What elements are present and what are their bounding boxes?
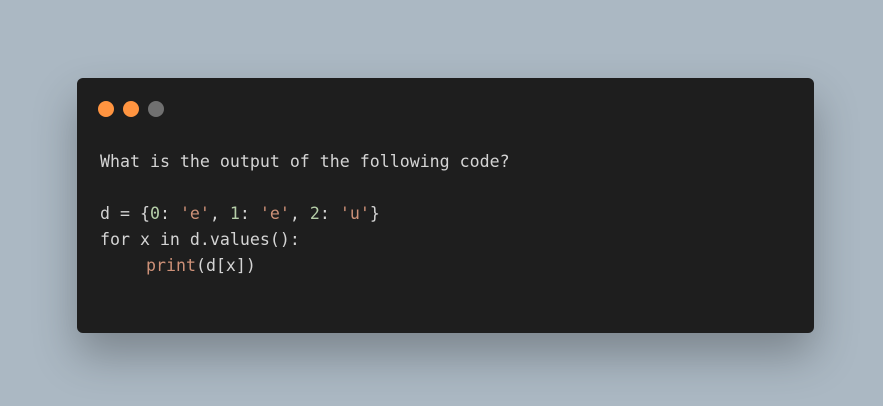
- code-number: 0: [149, 204, 160, 223]
- code-window: What is the output of the following code…: [77, 78, 814, 333]
- code-number: 2: [309, 204, 320, 223]
- close-dot-icon[interactable]: [98, 101, 114, 117]
- question-text: What is the output of the following code…: [100, 152, 510, 171]
- code-text: :: [319, 204, 340, 223]
- for-line: for x in d.values():: [100, 227, 510, 253]
- code-text: }: [369, 204, 380, 223]
- code-string: 'e': [179, 204, 210, 223]
- code-block: What is the output of the following code…: [100, 149, 510, 279]
- code-string: 'u': [339, 204, 370, 223]
- code-text: :: [239, 204, 260, 223]
- code-text: (d[x]): [195, 256, 256, 275]
- dict-line: d = {0: 'e', 1: 'e', 2: 'u'}: [100, 201, 510, 227]
- code-number: 1: [229, 204, 240, 223]
- zoom-dot-icon[interactable]: [148, 101, 164, 117]
- code-text: ,: [209, 204, 230, 223]
- code-text: :: [159, 204, 180, 223]
- code-string: 'e': [259, 204, 290, 223]
- minimize-dot-icon[interactable]: [123, 101, 139, 117]
- print-line: print(d[x]): [100, 253, 510, 279]
- window-controls: [98, 101, 164, 117]
- code-text: for x in d.values():: [100, 230, 300, 249]
- code-text: d = {: [100, 204, 150, 223]
- question-line: What is the output of the following code…: [100, 149, 510, 175]
- code-text: ,: [289, 204, 310, 223]
- code-function: print: [146, 256, 196, 275]
